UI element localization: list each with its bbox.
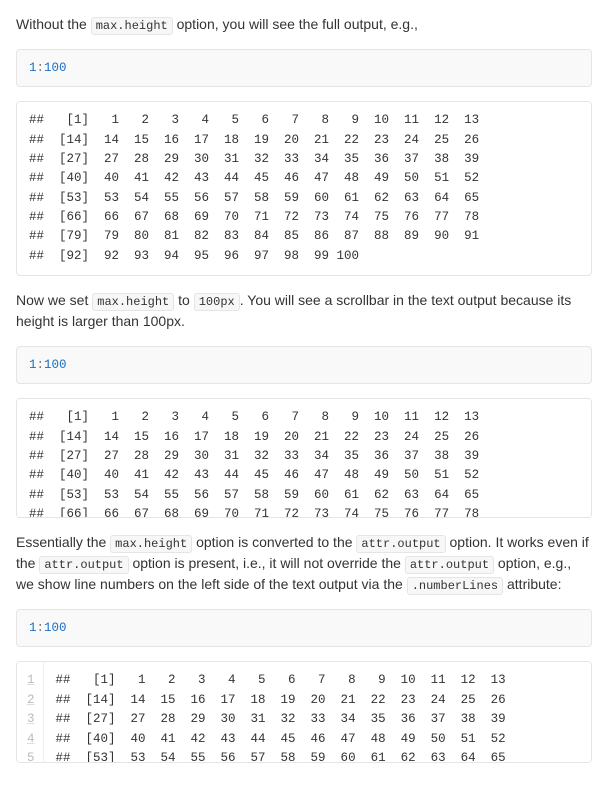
code-input-block-3: 1:100 [16, 609, 592, 647]
code-input-block-1: 1:100 [16, 49, 592, 87]
number-literal: 1 [29, 621, 37, 635]
number-literal: 1 [29, 358, 37, 372]
colon-operator: : [37, 61, 45, 75]
table-row: 5## [53] 53 54 55 56 57 58 59 60 61 62 6… [17, 749, 518, 764]
numberlines-table: 1## [1] 1 2 3 4 5 6 7 8 9 10 11 12 132##… [17, 662, 518, 763]
colon-operator: : [37, 621, 45, 635]
inline-code-maxheight: max.height [110, 535, 192, 553]
table-row: 1## [1] 1 2 3 4 5 6 7 8 9 10 11 12 13 [17, 662, 518, 690]
number-literal: 100 [44, 621, 67, 635]
table-row: 4## [40] 40 41 42 43 44 45 46 47 48 49 5… [17, 730, 518, 749]
number-literal: 1 [29, 61, 37, 75]
table-row: 3## [27] 27 28 29 30 31 32 33 34 35 36 3… [17, 710, 518, 729]
inline-code-attroutput: attr.output [39, 556, 128, 574]
colon-operator: : [37, 358, 45, 372]
code-input-block-2: 1:100 [16, 346, 592, 384]
line-number: 3 [17, 710, 43, 729]
table-row: 2## [14] 14 15 16 17 18 19 20 21 22 23 2… [17, 691, 518, 710]
output-numberlines[interactable]: 1## [1] 1 2 3 4 5 6 7 8 9 10 11 12 132##… [16, 661, 592, 763]
line-number: 4 [17, 730, 43, 749]
number-literal: 100 [44, 358, 67, 372]
inline-code-100px: 100px [194, 293, 240, 311]
text: Essentially the [16, 534, 110, 550]
output-scrollable[interactable]: ## [1] 1 2 3 4 5 6 7 8 9 10 11 12 13 ## … [16, 398, 592, 518]
inline-code-maxheight: max.height [92, 293, 174, 311]
paragraph-intro: Without the max.height option, you will … [16, 14, 592, 35]
text: attribute: [503, 576, 561, 592]
line-number: 2 [17, 691, 43, 710]
output-line: ## [1] 1 2 3 4 5 6 7 8 9 10 11 12 13 [43, 662, 518, 690]
output-line: ## [40] 40 41 42 43 44 45 46 47 48 49 50… [43, 730, 518, 749]
output-line: ## [14] 14 15 16 17 18 19 20 21 22 23 24… [43, 691, 518, 710]
number-literal: 100 [44, 61, 67, 75]
text: Now we set [16, 292, 92, 308]
inline-code-maxheight: max.height [91, 17, 173, 35]
paragraph-attroutput: Essentially the max.height option is con… [16, 532, 592, 595]
output-line: ## [27] 27 28 29 30 31 32 33 34 35 36 37… [43, 710, 518, 729]
line-number: 1 [17, 662, 43, 690]
output-line: ## [53] 53 54 55 56 57 58 59 60 61 62 63… [43, 749, 518, 764]
inline-code-numberlines: .numberLines [407, 577, 503, 595]
text: option, you will see the full output, e.… [173, 16, 418, 32]
inline-code-attroutput: attr.output [356, 535, 445, 553]
text: option is converted to the [192, 534, 356, 550]
output-full: ## [1] 1 2 3 4 5 6 7 8 9 10 11 12 13 ## … [16, 101, 592, 276]
text: option is present, i.e., it will not ove… [129, 555, 405, 571]
line-number: 5 [17, 749, 43, 764]
text: Without the [16, 16, 91, 32]
inline-code-attroutput: attr.output [405, 556, 494, 574]
text: to [174, 292, 193, 308]
paragraph-maxheight: Now we set max.height to 100px. You will… [16, 290, 592, 332]
